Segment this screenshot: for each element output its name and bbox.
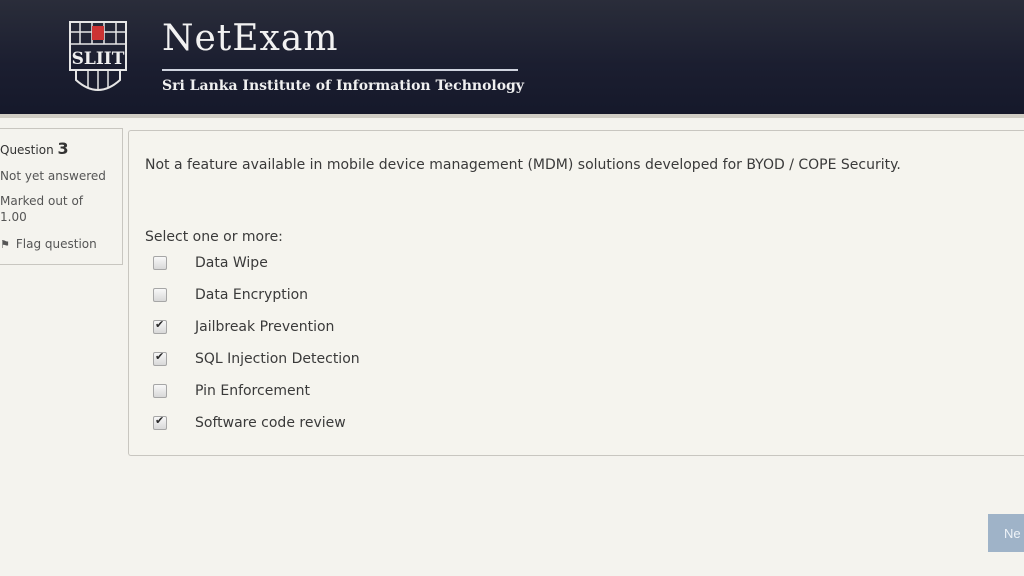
brand-title: NetExam: [162, 18, 339, 59]
option-label[interactable]: Pin Enforcement: [195, 383, 310, 399]
answer-option[interactable]: Data Wipe: [153, 253, 268, 273]
flag-question-link[interactable]: ⚑ Flag question: [0, 237, 97, 251]
answer-option[interactable]: Data Encryption: [153, 285, 308, 305]
option-label[interactable]: Data Encryption: [195, 287, 308, 303]
option-checkbox[interactable]: [153, 318, 167, 334]
flag-icon: ⚑: [0, 238, 10, 251]
question-marks: Marked out of 1.00: [0, 194, 84, 224]
answer-prompt: Select one or more:: [145, 229, 283, 245]
question-state: Not yet answered: [0, 169, 106, 183]
flag-question-label: Flag question: [15, 237, 97, 251]
header-rule: [0, 114, 1024, 118]
answer-option[interactable]: SQL Injection Detection: [153, 349, 360, 369]
option-label[interactable]: Data Wipe: [195, 255, 268, 271]
option-checkbox[interactable]: [153, 350, 167, 366]
question-content: Not a feature available in mobile device…: [128, 130, 1024, 456]
question-text: Not a feature available in mobile device…: [145, 157, 901, 173]
question-number-value: 3: [57, 139, 69, 158]
option-checkbox[interactable]: [153, 256, 167, 270]
option-checkbox[interactable]: [153, 414, 167, 430]
svg-text:SLIIT: SLIIT: [72, 49, 125, 69]
brand-subtitle: Sri Lanka Institute of Information Techn…: [162, 78, 524, 94]
option-label[interactable]: SQL Injection Detection: [195, 351, 360, 367]
answer-option[interactable]: Software code review: [153, 413, 346, 433]
next-page-button[interactable]: Ne: [988, 514, 1024, 552]
option-label[interactable]: Software code review: [195, 415, 346, 431]
site-header: SLIIT NetExam Sri Lanka Institute of Inf…: [0, 0, 1024, 118]
brand-divider: [162, 69, 518, 71]
question-label: Question: [0, 143, 54, 157]
answer-option[interactable]: Jailbreak Prevention: [153, 317, 334, 337]
answer-option[interactable]: Pin Enforcement: [153, 381, 310, 401]
question-info-panel: Question 3 Not yet answered Marked out o…: [0, 128, 123, 265]
option-label[interactable]: Jailbreak Prevention: [195, 319, 334, 335]
question-number: Question 3: [0, 139, 69, 158]
sliit-logo: SLIIT: [68, 20, 128, 94]
option-checkbox[interactable]: [153, 384, 167, 398]
option-checkbox[interactable]: [153, 288, 167, 302]
